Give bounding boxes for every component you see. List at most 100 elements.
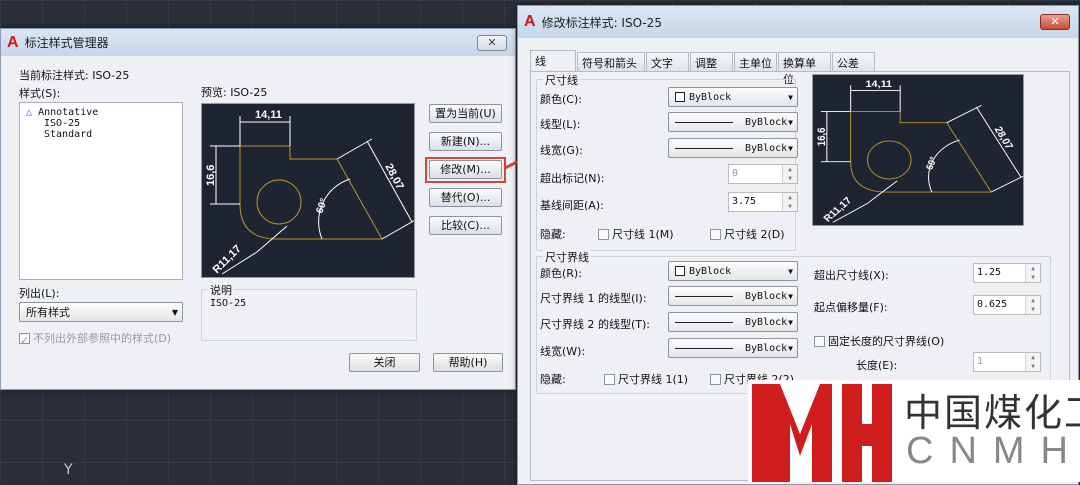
preview-outline	[239, 145, 383, 240]
xref-checkbox[interactable]: ✓ 不列出外部参照中的样式(D)	[19, 330, 172, 347]
xref-checkbox-label: 不列出外部参照中的样式(D)	[33, 332, 172, 345]
chevron-down-icon: ▼	[788, 292, 793, 301]
autocad-logo-icon: A	[7, 33, 19, 51]
modify-button[interactable]: 修改(M)...	[429, 160, 502, 179]
spinner-arrows-icon[interactable]: ▲ ▼	[1025, 353, 1040, 371]
color-swatch	[675, 92, 685, 102]
select-value: ByBlock	[745, 316, 788, 328]
style-item-standard[interactable]: Standard	[26, 129, 176, 140]
new-button[interactable]: 新建(N)...	[429, 132, 502, 151]
line-sample-icon	[675, 321, 733, 323]
hide-dimline-2-checkbox[interactable]: 尺寸线 2(D)	[710, 226, 785, 242]
line-sample-icon	[675, 147, 733, 149]
spinner-arrows-icon[interactable]: ▲ ▼	[1025, 296, 1040, 314]
style-name: Annotative	[38, 107, 99, 118]
offset-from-origin-input[interactable]: 0.625 ▲ ▼	[973, 295, 1041, 315]
spinner-arrows-icon[interactable]: ▲ ▼	[782, 165, 797, 183]
line-sample-icon	[675, 121, 733, 123]
styles-list[interactable]: △ Annotative ISO-25 Standard	[19, 102, 183, 280]
extline1-linetype-select[interactable]: ByBlock ▼	[668, 286, 798, 306]
extline-color-label: 颜色(R):	[540, 267, 582, 280]
annotative-icon: △	[26, 107, 33, 118]
checkbox-icon	[814, 336, 825, 347]
description-title: 说明	[208, 282, 234, 298]
spinner-arrows-icon[interactable]: ▲ ▼	[1025, 264, 1040, 282]
input-value: 3.75	[732, 196, 757, 207]
help-button[interactable]: 帮助(H)	[433, 353, 503, 372]
checkbox-icon	[598, 229, 609, 240]
chevron-down-icon: ▼	[788, 144, 793, 153]
select-value: ByBlock	[745, 116, 788, 128]
fixed-length-checkbox[interactable]: 固定长度的尺寸界线(O)	[814, 333, 944, 349]
hide-dimline-1-checkbox[interactable]: 尺寸线 1(M)	[598, 226, 674, 242]
checkbox-label: 尺寸线 1(M)	[612, 228, 674, 241]
title-bar: A 修改标注样式: ISO-25 ✕	[518, 6, 1078, 38]
dimline-lineweight-select[interactable]: ByBlock ▼	[668, 138, 798, 158]
preview-dim-angle: 60°	[924, 155, 939, 171]
close-x-button[interactable]: ✕	[1040, 14, 1070, 30]
override-button[interactable]: 替代(O)...	[429, 188, 502, 207]
preview-dim-left: 16,6	[205, 165, 217, 186]
dimension-style-manager-dialog: A 标注样式管理器 ✕ 当前标注样式: ISO-25 样式(S): △ Anno…	[0, 28, 516, 390]
tab-fit[interactable]: 调整	[690, 52, 733, 71]
style-item-iso-25[interactable]: ISO-25	[26, 118, 176, 129]
baseline-spacing-input[interactable]: 3.75 ▲ ▼	[728, 192, 798, 212]
extend-beyond-dimlines-input[interactable]: 1.25 ▲ ▼	[973, 263, 1041, 283]
spinner-arrows-icon[interactable]: ▲ ▼	[782, 193, 797, 211]
preview-dim-radius: R11,17	[822, 196, 855, 225]
preview-dim-top: 14,11	[866, 80, 893, 90]
list-select-value: 所有样式	[26, 306, 70, 319]
tab-tolerances[interactable]: 公差	[832, 52, 875, 71]
line-sample-icon	[675, 295, 733, 297]
checkbox-icon: ✓	[19, 333, 30, 347]
watermark: 中国煤化工 CNMHG	[748, 380, 1080, 482]
chevron-down-icon: ▼	[788, 318, 793, 327]
style-item-annotative[interactable]: △ Annotative	[26, 107, 176, 118]
dimline-color-label: 颜色(C):	[540, 93, 582, 106]
offset-from-origin-label: 起点偏移量(F):	[814, 301, 888, 314]
list-label: 列出(L):	[19, 287, 60, 300]
tab-symbols-arrows[interactable]: 符号和箭头	[577, 52, 645, 71]
tab-lines[interactable]: 线	[530, 50, 576, 71]
list-select[interactable]: 所有样式 ▼	[19, 302, 183, 322]
tab-alternate-units[interactable]: 换算单位	[778, 52, 831, 86]
extend-beyond-ticks-input[interactable]: 0 ▲ ▼	[728, 164, 798, 184]
tab-primary-units[interactable]: 主单位	[734, 52, 777, 71]
autocad-logo-icon: A	[524, 13, 536, 30]
compare-button[interactable]: 比较(C)...	[429, 216, 502, 235]
style-preview: 14,11 16,6 28,07 60° R11,17	[201, 103, 418, 278]
color-swatch	[675, 266, 685, 276]
ucs-y-axis-label: Y	[64, 462, 73, 478]
styles-label: 样式(S):	[19, 87, 61, 100]
extline2-linetype-label: 尺寸界线 2 的线型(T):	[540, 318, 650, 331]
extline-color-select[interactable]: ByBlock ▼	[668, 261, 798, 281]
input-value: 0	[732, 168, 739, 179]
preview-dim-top: 14,11	[255, 109, 282, 121]
set-current-button[interactable]: 置为当前(U)	[429, 104, 502, 123]
preview-label: 预览: ISO-25	[201, 86, 268, 99]
length-input[interactable]: 1 ▲ ▼	[973, 352, 1041, 372]
close-button[interactable]: 关闭	[349, 353, 420, 372]
input-value: 1	[977, 356, 984, 367]
dimline-color-select[interactable]: ByBlock ▼	[668, 87, 798, 107]
checkbox-icon	[710, 374, 721, 385]
preview-dim-angle: 60°	[314, 197, 330, 215]
length-label: 长度(E):	[856, 359, 898, 372]
preview-dim-diag: 28,07	[991, 125, 1014, 151]
chevron-down-icon: ▼	[788, 93, 793, 102]
title-bar: A 标注样式管理器 ✕	[1, 29, 515, 56]
close-x-button[interactable]: ✕	[477, 35, 507, 51]
hide-label: 隐藏:	[540, 228, 566, 241]
extline2-linetype-select[interactable]: ByBlock ▼	[668, 312, 798, 332]
tab-text[interactable]: 文字	[646, 52, 689, 71]
chevron-down-icon: ▼	[788, 118, 793, 127]
select-value: ByBlock	[745, 342, 788, 354]
select-value: ByBlock	[745, 290, 788, 302]
checkbox-icon	[710, 229, 721, 240]
group-title: 尺寸线	[543, 72, 580, 88]
watermark-logo	[752, 384, 892, 482]
hide-extline-1-checkbox[interactable]: 尺寸界线 1(1)	[604, 371, 688, 387]
dimline-linetype-select[interactable]: ByBlock ▼	[668, 112, 798, 132]
extline-lineweight-select[interactable]: ByBlock ▼	[668, 338, 798, 358]
chevron-down-icon: ▼	[788, 267, 793, 276]
